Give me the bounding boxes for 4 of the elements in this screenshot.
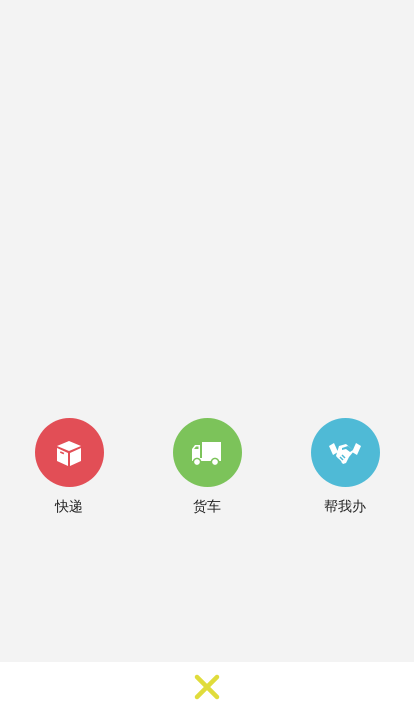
- option-label: 快递: [55, 499, 83, 516]
- option-label: 货车: [193, 499, 221, 516]
- close-icon: [193, 672, 221, 700]
- option-label: 帮我办: [324, 499, 366, 516]
